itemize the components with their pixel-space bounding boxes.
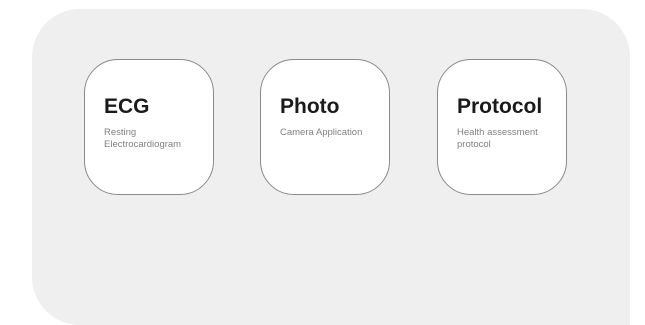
protocol-card-description: Health assessment protocol <box>457 127 538 150</box>
photo-card-title: Photo <box>280 95 340 118</box>
photo-card[interactable]: Photo Camera Application <box>260 59 390 195</box>
ecg-card-title: ECG <box>104 95 150 118</box>
protocol-card-title: Protocol <box>457 95 543 118</box>
protocol-card[interactable]: Protocol Health assessment protocol <box>437 59 567 195</box>
photo-card-description: Camera Application <box>280 127 363 138</box>
ecg-card[interactable]: ECG Resting Electrocardiogram <box>84 59 214 195</box>
ecg-card-description: Resting Electrocardiogram <box>104 127 182 150</box>
app-launcher-panel: ECG Resting Electrocardiogram Photo Came… <box>32 9 630 325</box>
